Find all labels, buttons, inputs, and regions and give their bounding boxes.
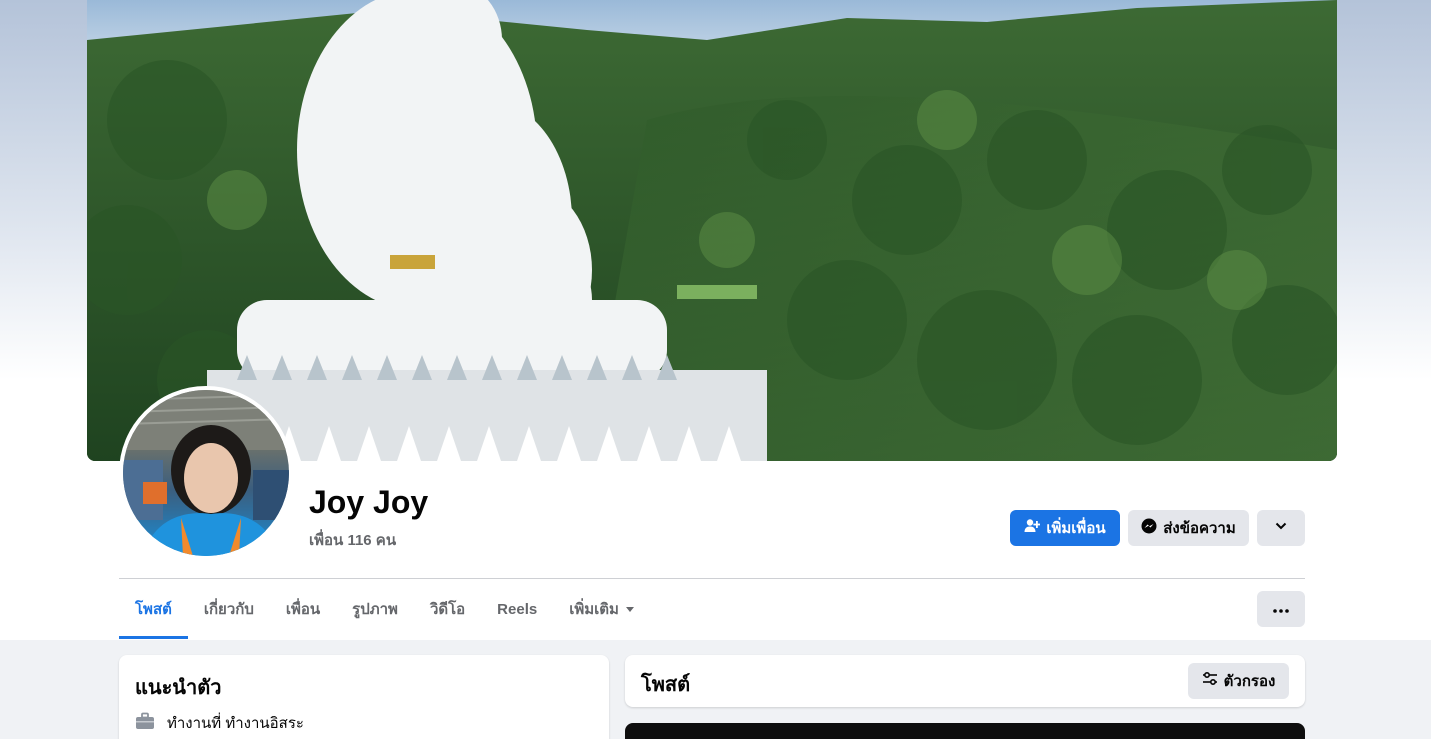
tab-reels[interactable]: Reels: [481, 580, 553, 638]
tab-label: รูปภาพ: [352, 601, 398, 618]
tab-label: เกี่ยวกับ: [203, 601, 254, 618]
messenger-icon: [1141, 518, 1157, 538]
tab-photos[interactable]: รูปภาพ: [336, 580, 414, 638]
profile-avatar[interactable]: [119, 386, 293, 560]
profile-tabs: โพสต์ เกี่ยวกับ เพื่อน รูปภาพ วิดีโอ Ree…: [119, 580, 651, 639]
intro-title: แนะนำตัว: [135, 677, 222, 699]
filter-label: ตัวกรอง: [1223, 673, 1276, 690]
intro-work-text: ทำงานที่ ทำงานอิสระ: [167, 715, 304, 732]
tab-label: เพื่อน: [285, 601, 321, 618]
more-options-button[interactable]: [1257, 591, 1305, 627]
posts-title: โพสต์: [641, 674, 691, 696]
tab-label: เพิ่มเติม: [569, 601, 619, 618]
briefcase-icon: [135, 711, 155, 735]
filter-icon: [1202, 671, 1218, 690]
cover-photo-image: [87, 0, 1337, 461]
add-friend-icon: [1024, 518, 1041, 538]
profile-name: Joy Joy: [309, 484, 429, 520]
profile-options-button[interactable]: [1257, 510, 1305, 546]
header-divider: [119, 578, 1305, 579]
tab-more[interactable]: เพิ่มเติม: [553, 580, 651, 638]
friend-count[interactable]: เพื่อน 116 คน: [309, 528, 396, 552]
post-preview[interactable]: [625, 723, 1305, 739]
intro-card: แนะนำตัว ทำงานที่ ทำงานอิสระ: [119, 655, 609, 739]
ellipsis-icon: [1273, 600, 1289, 618]
posts-header-card: โพสต์ ตัวกรอง: [625, 655, 1305, 707]
add-friend-label: เพิ่มเพื่อน: [1046, 520, 1106, 537]
tab-videos[interactable]: วิดีโอ: [414, 580, 481, 638]
profile-photo: [123, 390, 289, 556]
tab-label: โพสต์: [135, 601, 172, 618]
cover-photo[interactable]: [87, 0, 1337, 461]
tab-friends[interactable]: เพื่อน: [270, 580, 336, 638]
chevron-down-icon: [1274, 519, 1288, 537]
tab-label: Reels: [497, 600, 538, 618]
intro-work-row: ทำงานที่ ทำงานอิสระ: [135, 711, 304, 735]
tab-posts[interactable]: โพสต์: [119, 580, 188, 639]
message-label: ส่งข้อความ: [1163, 520, 1236, 537]
add-friend-button[interactable]: เพิ่มเพื่อน: [1010, 510, 1120, 546]
caret-down-icon: [625, 601, 635, 618]
message-button[interactable]: ส่งข้อความ: [1128, 510, 1249, 546]
tab-label: วิดีโอ: [429, 601, 466, 618]
tab-about[interactable]: เกี่ยวกับ: [188, 580, 270, 638]
filter-button[interactable]: ตัวกรอง: [1188, 663, 1289, 699]
